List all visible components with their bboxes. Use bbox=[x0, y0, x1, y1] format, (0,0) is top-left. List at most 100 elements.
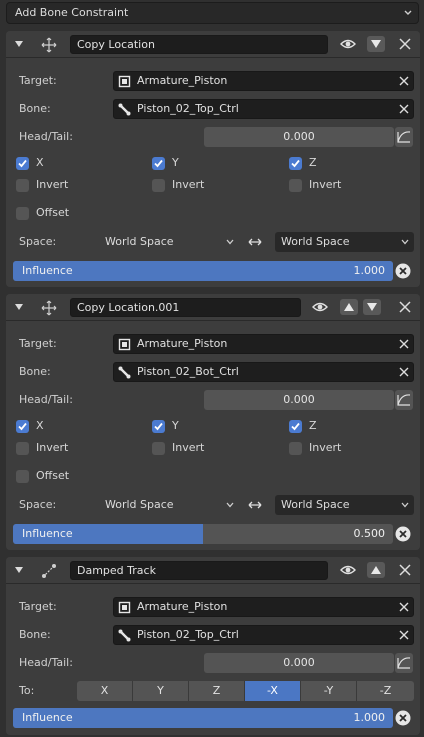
triangle-down-icon bbox=[367, 303, 377, 311]
disable-keep-transform-icon[interactable] bbox=[395, 526, 411, 542]
track-axis-selector: X Y Z -X -Y -Z bbox=[77, 681, 414, 701]
bbone-shape-toggle[interactable] bbox=[395, 653, 413, 673]
head-tail-field[interactable]: 0.000 bbox=[204, 653, 394, 673]
invert-z-checkbox[interactable] bbox=[289, 179, 302, 192]
y-label: Y bbox=[172, 156, 179, 169]
curve-icon bbox=[397, 657, 411, 669]
constraint-name-field[interactable]: Copy Location.001 bbox=[70, 298, 301, 317]
invert-z-checkbox[interactable] bbox=[289, 442, 302, 455]
clear-icon[interactable] bbox=[399, 76, 409, 86]
panel-body: Target: Armature_Piston Bone: Piston_02_… bbox=[6, 321, 420, 550]
chevron-down-icon bbox=[226, 239, 234, 245]
bone-field[interactable]: Piston_02_Bot_Ctrl bbox=[113, 362, 414, 382]
move-up-button[interactable] bbox=[340, 299, 358, 315]
head-tail-field[interactable]: 0.000 bbox=[204, 127, 394, 147]
z-label: Z bbox=[309, 419, 317, 432]
checkmark-icon bbox=[291, 159, 300, 168]
y-checkbox[interactable] bbox=[152, 157, 165, 170]
owner-space-dropdown[interactable]: World Space bbox=[99, 232, 239, 252]
disable-keep-transform-icon[interactable] bbox=[395, 710, 411, 726]
invert-z-label: Invert bbox=[309, 178, 342, 191]
target-field[interactable]: Armature_Piston bbox=[113, 71, 414, 91]
bbone-shape-toggle[interactable] bbox=[395, 390, 413, 410]
panel-header: Copy Location.001 bbox=[6, 294, 420, 321]
owner-space-value: World Space bbox=[105, 498, 174, 511]
z-checkbox[interactable] bbox=[289, 157, 302, 170]
collapse-triangle-icon[interactable] bbox=[15, 41, 23, 47]
bone-icon bbox=[118, 103, 131, 116]
influence-value: 1.000 bbox=[353, 264, 386, 277]
target-field[interactable]: Armature_Piston bbox=[113, 597, 414, 617]
triangle-up-icon bbox=[344, 303, 354, 311]
disable-keep-transform-icon[interactable] bbox=[395, 263, 411, 279]
move-down-button[interactable] bbox=[363, 299, 381, 315]
eye-icon[interactable] bbox=[311, 299, 329, 315]
eye-icon[interactable] bbox=[339, 36, 357, 52]
eye-icon[interactable] bbox=[339, 562, 357, 578]
offset-checkbox[interactable] bbox=[16, 470, 29, 483]
bone-value: Piston_02_Top_Ctrl bbox=[137, 102, 239, 115]
invert-y-checkbox[interactable] bbox=[152, 442, 165, 455]
invert-x-checkbox[interactable] bbox=[16, 179, 29, 192]
armature-object-icon bbox=[118, 75, 131, 88]
close-icon[interactable] bbox=[399, 564, 411, 576]
clear-icon[interactable] bbox=[399, 339, 409, 349]
add-bone-constraint-dropdown[interactable]: Add Bone Constraint bbox=[6, 2, 419, 24]
influence-slider[interactable]: Influence 0.500 bbox=[13, 524, 393, 544]
z-checkbox[interactable] bbox=[289, 420, 302, 433]
constraint-name-field[interactable]: Copy Location bbox=[70, 35, 328, 54]
invert-y-label: Invert bbox=[172, 441, 205, 454]
invert-x-checkbox[interactable] bbox=[16, 442, 29, 455]
clear-icon[interactable] bbox=[399, 367, 409, 377]
bone-icon bbox=[118, 366, 131, 379]
x-label: X bbox=[36, 419, 44, 432]
invert-y-checkbox[interactable] bbox=[152, 179, 165, 192]
target-value: Armature_Piston bbox=[137, 74, 228, 87]
z-label: Z bbox=[309, 156, 317, 169]
damped-track-icon bbox=[42, 564, 56, 578]
armature-object-icon bbox=[118, 338, 131, 351]
bone-field[interactable]: Piston_02_Top_Ctrl bbox=[113, 99, 414, 119]
axis-button-neg-z[interactable]: -Z bbox=[357, 681, 414, 701]
panel-header: Damped Track bbox=[6, 557, 420, 584]
clear-icon[interactable] bbox=[399, 602, 409, 612]
influence-slider[interactable]: Influence 1.000 bbox=[13, 708, 393, 728]
axis-button-y[interactable]: Y bbox=[133, 681, 189, 701]
axis-button-neg-x[interactable]: -X bbox=[245, 681, 301, 701]
clear-icon[interactable] bbox=[399, 630, 409, 640]
bone-field[interactable]: Piston_02_Top_Ctrl bbox=[113, 625, 414, 645]
target-space-dropdown[interactable]: World Space bbox=[275, 495, 414, 515]
close-icon[interactable] bbox=[399, 38, 411, 50]
target-space-dropdown[interactable]: World Space bbox=[275, 232, 414, 252]
collapse-triangle-icon[interactable] bbox=[15, 567, 23, 573]
bbone-shape-toggle[interactable] bbox=[395, 127, 413, 147]
move-down-button[interactable] bbox=[367, 36, 385, 52]
head-tail-field[interactable]: 0.000 bbox=[204, 390, 394, 410]
target-field[interactable]: Armature_Piston bbox=[113, 334, 414, 354]
constraint-panel-damped-track: Damped Track Target: Armature_Piston Bon… bbox=[6, 557, 420, 735]
invert-z-label: Invert bbox=[309, 441, 342, 454]
close-icon[interactable] bbox=[399, 301, 411, 313]
bone-label: Bone: bbox=[19, 102, 51, 115]
head-tail-label: Head/Tail: bbox=[19, 656, 73, 669]
axis-button-z[interactable]: Z bbox=[189, 681, 245, 701]
influence-slider[interactable]: Influence 1.000 bbox=[13, 261, 393, 281]
x-checkbox[interactable] bbox=[16, 420, 29, 433]
axis-button-neg-y[interactable]: -Y bbox=[301, 681, 357, 701]
offset-checkbox[interactable] bbox=[16, 207, 29, 220]
x-checkbox[interactable] bbox=[16, 157, 29, 170]
owner-space-dropdown[interactable]: World Space bbox=[99, 495, 239, 515]
clear-icon[interactable] bbox=[399, 104, 409, 114]
constraint-name-field[interactable]: Damped Track bbox=[70, 561, 328, 580]
checkmark-icon bbox=[291, 422, 300, 431]
target-label: Target: bbox=[19, 74, 57, 87]
collapse-triangle-icon[interactable] bbox=[15, 304, 23, 310]
target-space-value: World Space bbox=[281, 498, 350, 511]
y-checkbox[interactable] bbox=[152, 420, 165, 433]
invert-x-label: Invert bbox=[36, 178, 69, 191]
move-up-button[interactable] bbox=[367, 562, 385, 578]
invert-x-label: Invert bbox=[36, 441, 69, 454]
bone-value: Piston_02_Bot_Ctrl bbox=[137, 365, 239, 378]
space-label: Space: bbox=[19, 235, 57, 248]
axis-button-x[interactable]: X bbox=[77, 681, 133, 701]
